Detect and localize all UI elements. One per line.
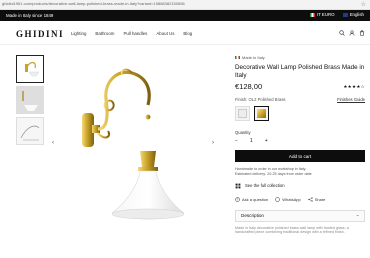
svg-text:?: ? [237,197,239,201]
share-button[interactable]: Share [308,196,326,202]
ask-question-label: Ask a question [242,196,269,202]
nav-about-us[interactable]: About Us [156,31,174,36]
quantity-decrease-button[interactable]: − [235,138,238,144]
nav-lighting[interactable]: Lighting [71,31,86,36]
search-icon[interactable] [339,30,345,36]
header-icons [339,30,365,36]
browser-address-bar[interactable]: ghidini1961.com/products/decorative-wall… [0,0,370,10]
whatsapp-icon [275,196,280,202]
made-in-label: Made in Italy [235,55,365,60]
language-selector[interactable]: English [342,12,364,17]
whatsapp-button[interactable]: WhatsApp [275,196,301,202]
grid-icon [235,183,241,188]
quantity-increase-button[interactable]: + [265,138,268,144]
finishes-guide-link[interactable]: Finishes Guide [337,97,365,102]
white-swatch-icon [238,109,247,118]
currency-label: IT EURO [316,12,335,17]
product-price: €128,00 [235,82,263,91]
announcement-bar: Made in Italy since 1849 IT EURO English [0,10,370,21]
uk-flag-icon [342,13,348,17]
quantity-label: Quantity [235,130,251,135]
made-in-text: Made in Italy [242,55,265,60]
rating-stars[interactable]: ★★★★☆ [343,84,365,90]
whatsapp-label: WhatsApp [282,196,301,202]
finish-swatch-1[interactable] [235,106,250,121]
main-nav: Lighting Bathroom Pull handles About Us … [71,31,192,36]
brass-swatch-icon [257,109,266,118]
gallery-next-arrow[interactable]: › [212,140,214,146]
price-row: €128,00 ★★★★☆ [235,82,365,91]
delivery-note: Handmade to order in our workshop in Ita… [235,167,365,177]
quantity-value[interactable]: 1 [250,138,253,144]
question-icon: ? [235,196,240,202]
site-header: GHIDINI Lighting Bathroom Pull handles A… [0,21,370,45]
thumbnail-list [16,55,44,148]
description-accordion[interactable]: Description − [235,209,365,222]
url-text[interactable]: ghidini1961.com/products/decorative-wall… [2,1,185,6]
share-label: Share [314,196,326,202]
ask-question-button[interactable]: ? Ask a question [235,197,268,202]
collection-link[interactable]: See the full collection [235,183,365,189]
announcement-text: Made in Italy since 1849 [6,13,54,18]
thumbnail-2[interactable] [16,86,44,114]
nav-bathroom[interactable]: Bathroom [95,31,114,36]
product-actions: ? Ask a question WhatsApp Share [235,197,365,202]
product-title: Decorative Wall Lamp Polished Brass Made… [235,64,365,79]
currency-selector[interactable]: IT EURO [309,12,335,17]
share-icon [308,196,313,202]
description-label: Description [241,213,264,219]
product-main-image[interactable] [68,55,198,255]
collection-link-text: See the full collection [245,183,285,189]
cart-icon[interactable] [359,30,365,36]
lamp-lit-thumbnail-icon [17,87,43,113]
italy-flag-icon [235,55,240,60]
add-to-cart-button[interactable]: Add to cart [235,150,365,162]
quantity-stepper: − 1 + [235,138,365,144]
description-toggle-icon[interactable]: − [356,213,359,218]
thumbnail-3[interactable] [16,117,44,145]
logo[interactable]: GHIDINI [16,29,64,39]
user-icon[interactable] [349,30,355,36]
star-icon[interactable]: ☆ [361,1,366,9]
nav-blog[interactable]: Blog [183,31,192,36]
lamp-detail-thumbnail-icon [20,125,40,141]
finish-swatches [235,106,365,121]
thumbnail-1[interactable] [16,55,44,83]
description-text: Made in Italy decorative polished brass … [235,225,349,235]
lamp-thumbnail-icon [25,62,40,77]
finish-swatch-polished-brass[interactable] [254,106,269,121]
locale-selectors[interactable]: IT EURO English [309,12,364,17]
nav-pull-handles[interactable]: Pull handles [123,31,147,36]
gallery-prev-arrow[interactable]: ‹ [52,140,54,146]
finish-label: Finish: OL2 Polished Brass [235,97,286,102]
delivery-estimate: Estimated delivery: 20-25 days from orde… [235,171,312,176]
language-label: English [349,12,364,17]
product-info: Made in Italy Decorative Wall Lamp Polis… [235,55,365,235]
italy-flag-icon [309,13,315,17]
finish-row: Finish: OL2 Polished Brass Finishes Guid… [235,97,365,102]
